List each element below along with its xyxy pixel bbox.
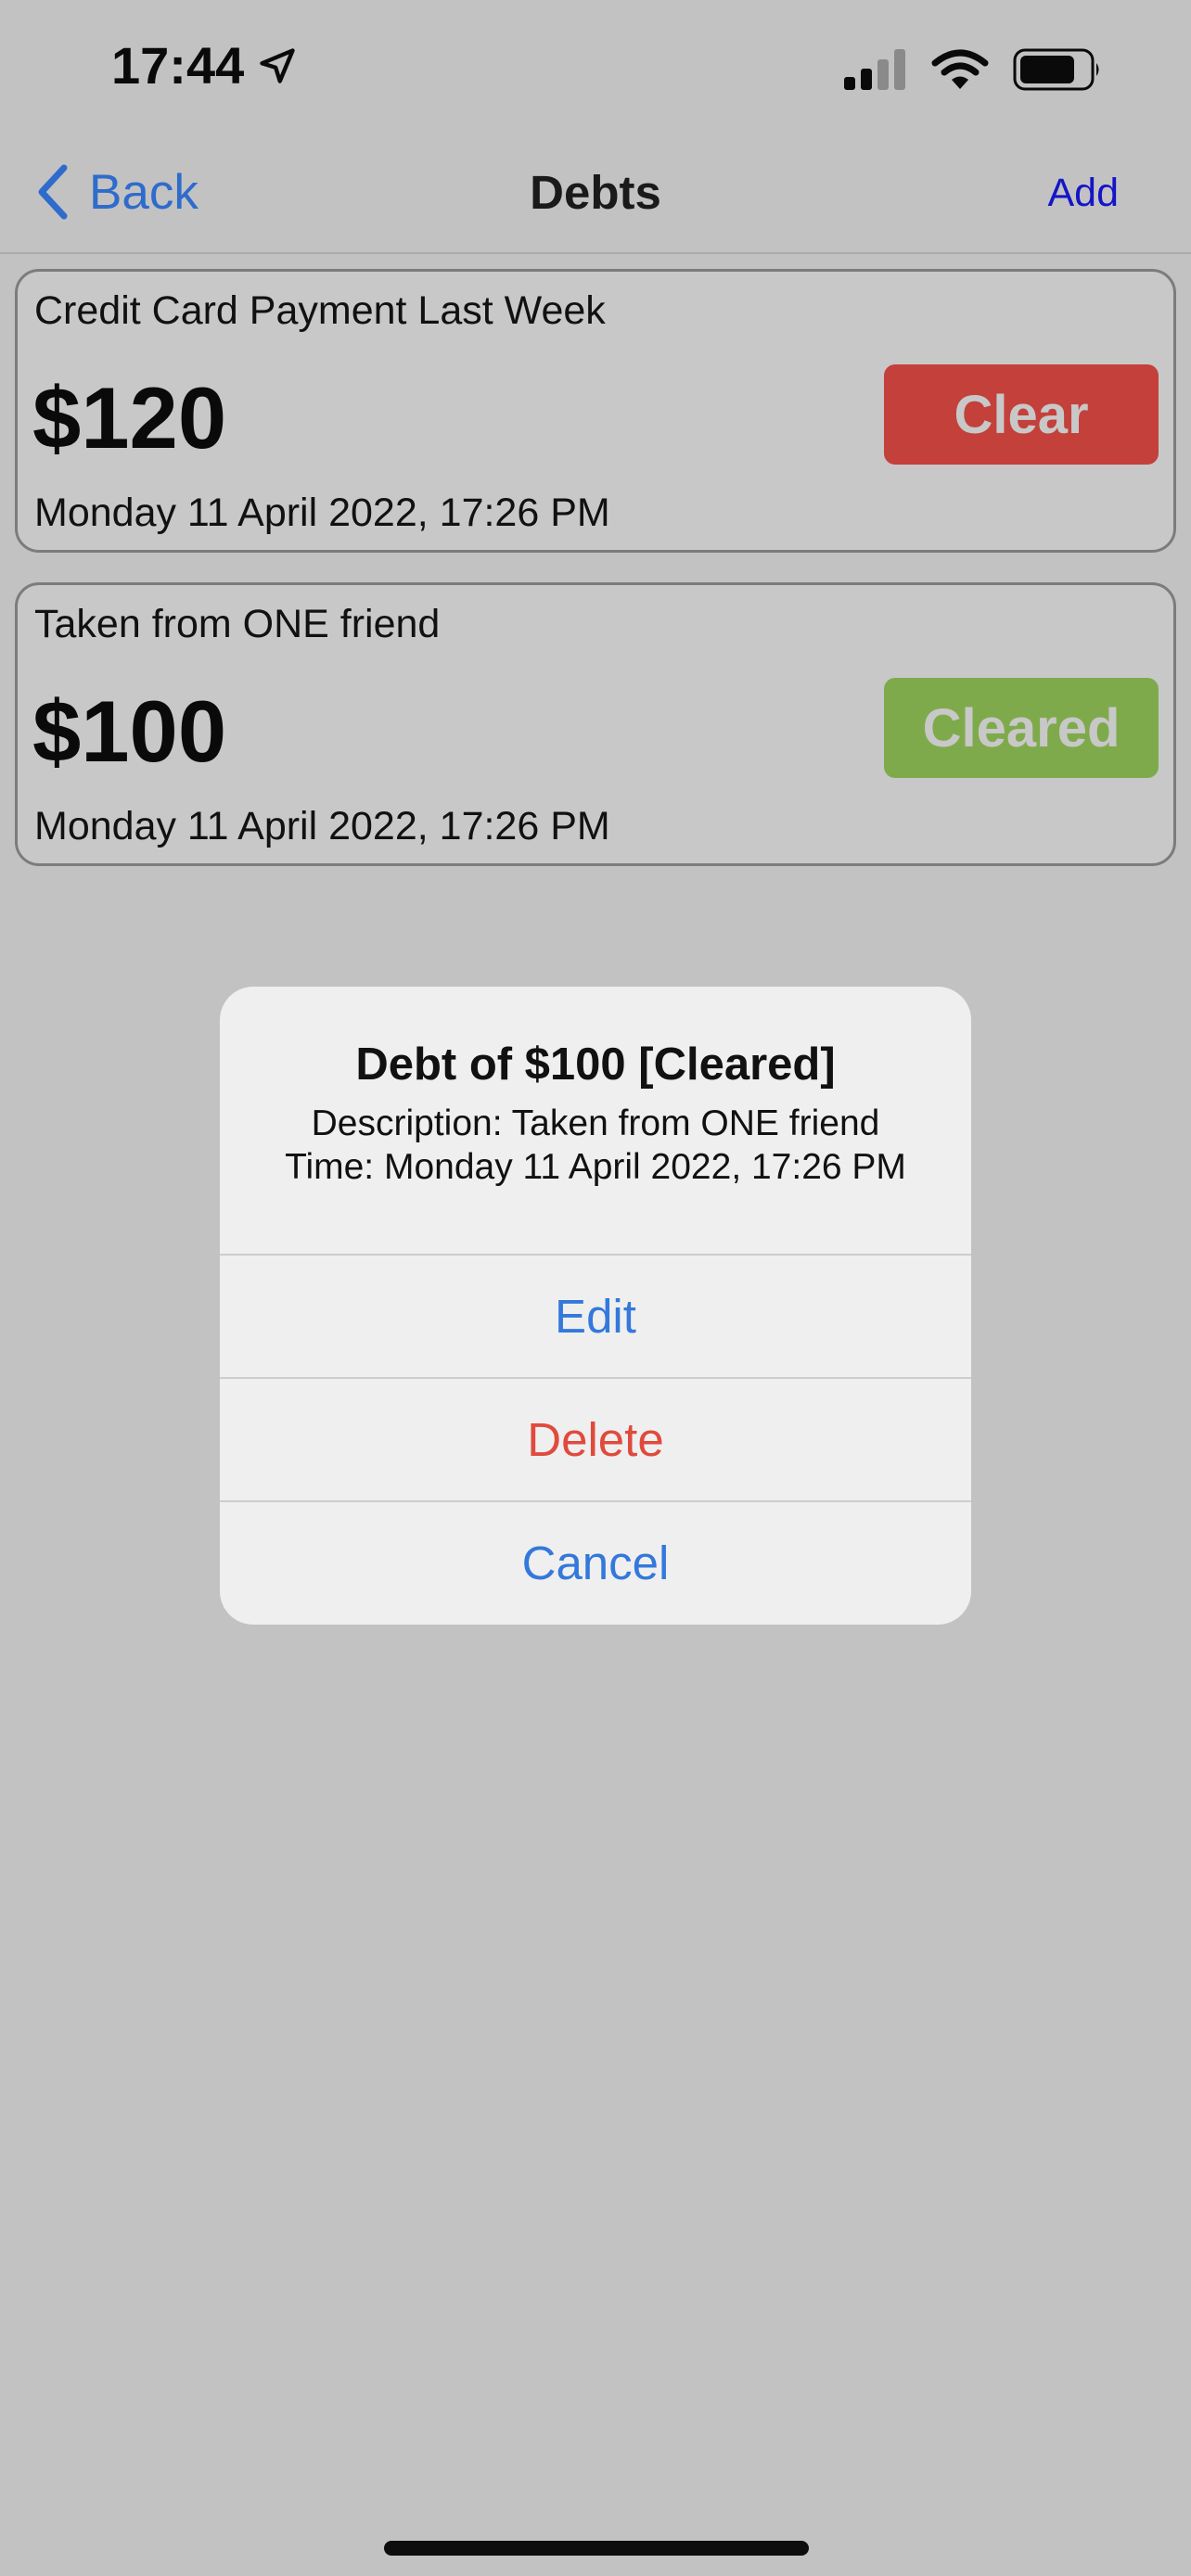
status-time: 17:44: [111, 36, 245, 95]
cellular-signal-icon: [844, 49, 905, 90]
alert-message: Description: Taken from ONE friend Time:…: [220, 1102, 971, 1190]
status-time-group: 17:44: [111, 35, 298, 96]
alert-header: Debt of $100 [Cleared] Description: Take…: [220, 987, 971, 1254]
debt-time: Monday 11 April 2022, 17:26 PM: [34, 804, 610, 848]
location-arrow-icon: [260, 47, 295, 83]
debt-time: Monday 11 April 2022, 17:26 PM: [34, 491, 610, 535]
status-indicators: [844, 48, 1102, 91]
debt-description: Taken from ONE friend: [34, 602, 441, 646]
edit-button[interactable]: Edit: [220, 1254, 971, 1377]
alert-description: Description: Taken from ONE friend: [311, 1103, 880, 1143]
alert-time: Time: Monday 11 April 2022, 17:26 PM: [285, 1147, 906, 1188]
delete-button[interactable]: Delete: [220, 1377, 971, 1500]
wifi-icon: [931, 49, 989, 89]
debt-amount: $100: [32, 682, 227, 780]
debt-amount: $120: [32, 369, 227, 466]
home-indicator: [384, 2541, 809, 2556]
debt-description: Credit Card Payment Last Week: [34, 288, 606, 333]
debt-action-alert: Debt of $100 [Cleared] Description: Take…: [220, 987, 971, 1625]
navigation-bar: Back Debts Add: [0, 139, 1191, 254]
clear-button[interactable]: Clear: [884, 364, 1159, 465]
debt-card[interactable]: Taken from ONE friend $100 Monday 11 Apr…: [15, 582, 1176, 866]
battery-icon: [1013, 48, 1099, 91]
debts-screen: 17:44 Back Debts Add Credit Card Payment…: [0, 0, 1191, 2576]
debt-card[interactable]: Credit Card Payment Last Week $120 Monda…: [15, 269, 1176, 553]
add-button[interactable]: Add: [1047, 171, 1119, 216]
alert-title: Debt of $100 [Cleared]: [355, 1039, 836, 1090]
page-title: Debts: [530, 166, 661, 219]
cancel-button[interactable]: Cancel: [220, 1500, 971, 1624]
status-bar: 17:44: [0, 0, 1191, 139]
cleared-button[interactable]: Cleared: [884, 678, 1159, 778]
